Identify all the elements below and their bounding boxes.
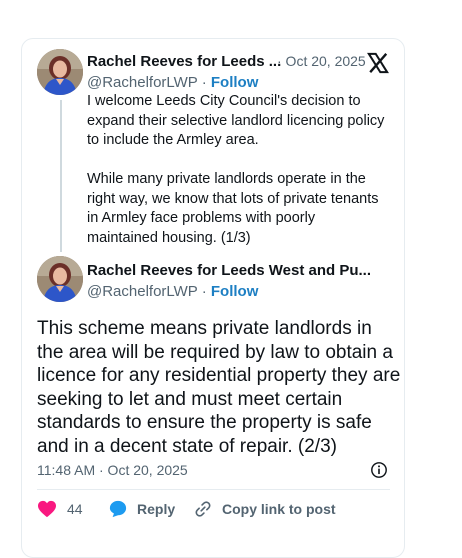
post-timestamp[interactable]: 11:48 AM · Oct 20, 2025 [37, 462, 188, 478]
follow-button[interactable]: Follow [211, 283, 259, 300]
copy-link-button[interactable]: Copy link to post [222, 501, 336, 517]
author-name[interactable]: Rachel Reeves for Leeds ... [87, 53, 281, 70]
author-handle-row: @RachelforLWP · Follow [87, 74, 258, 91]
link-icon[interactable] [194, 500, 212, 518]
separator-dot: · [201, 74, 207, 91]
reply-button[interactable]: Reply [137, 501, 175, 517]
thread-connector-line [60, 100, 62, 252]
post-text: I welcome Leeds City Council's decision … [87, 92, 387, 248]
post-paragraph: While many private landlords operate in … [87, 171, 379, 246]
avatar-photo [37, 49, 83, 95]
divider [37, 489, 390, 490]
follow-button[interactable]: Follow [211, 74, 259, 91]
author-avatar[interactable] [37, 256, 83, 302]
avatar-photo [37, 256, 83, 302]
author-handle[interactable]: @RachelforLWP [87, 74, 198, 91]
reply-bubble-icon[interactable] [109, 500, 127, 518]
author-handle-row: @RachelforLWP · Follow [87, 283, 258, 300]
author-avatar[interactable] [37, 49, 83, 95]
author-handle[interactable]: @RachelforLWP [87, 283, 198, 300]
like-count[interactable]: 44 [67, 501, 83, 517]
post-text: This scheme means private landlords in t… [37, 318, 401, 457]
author-name[interactable]: Rachel Reeves for Leeds West and Pu... [87, 262, 371, 279]
heart-icon[interactable] [37, 500, 57, 518]
info-icon[interactable] [370, 461, 388, 479]
x-logo-icon[interactable] [367, 52, 389, 74]
separator-dot: · [201, 283, 207, 300]
post-actions-bar: 44 Reply Copy link to post [37, 498, 397, 518]
post-date[interactable]: · Oct 20, 2025 [277, 53, 366, 69]
post-paragraph: I welcome Leeds City Council's decision … [87, 93, 385, 148]
